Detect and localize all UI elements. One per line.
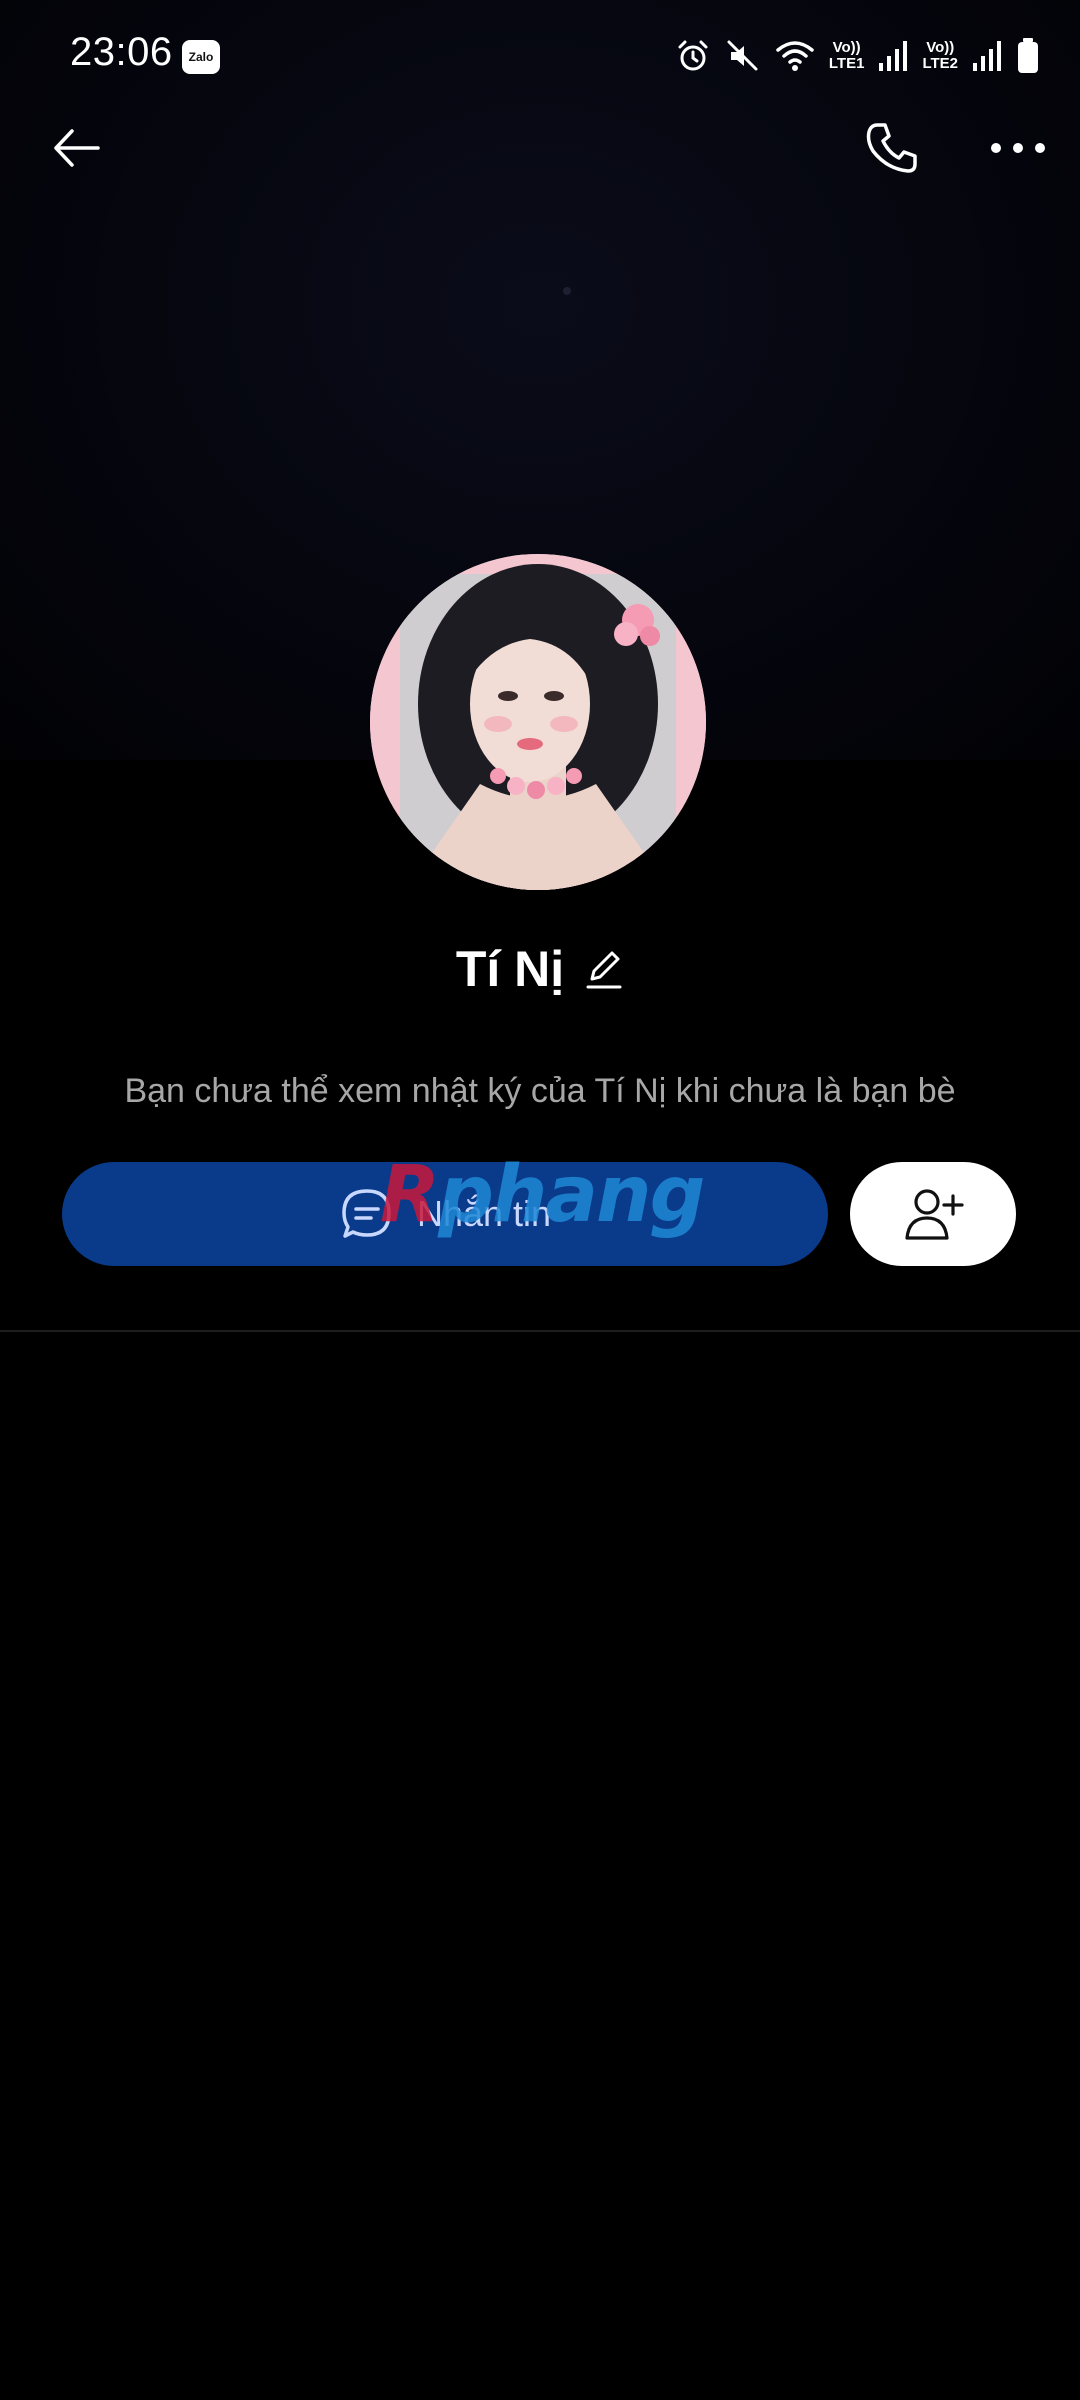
zalo-notification-icon: Zalo [182,40,220,74]
alarm-icon [675,38,711,74]
status-time: 23:06 [70,30,173,74]
status-bar: 23:06 Zalo Vo)) LTE1 Vo)) LTE2 [0,0,1080,112]
signal-icon [972,39,1002,73]
sim2-volte-label: Vo)) LTE2 [922,39,958,72]
chat-bubble-icon [342,1189,391,1238]
mute-icon [725,38,761,74]
pencil-icon [586,951,622,989]
diary-restriction-notice: Bạn chưa thể xem nhật ký của Tí Nị khi c… [124,1072,956,1110]
battery-icon [1016,37,1040,75]
edit-name-button[interactable] [584,947,624,991]
status-icons: Vo)) LTE1 Vo)) LTE2 [675,34,1040,78]
call-button[interactable] [856,112,928,184]
more-options-button[interactable] [982,112,1054,184]
add-friend-icon [905,1189,964,1240]
sim1-volte-label: Vo)) LTE1 [828,39,865,72]
cover-dot [563,287,571,295]
message-button-label: Nhắn tin [416,1193,552,1234]
back-button[interactable] [40,112,112,184]
message-button[interactable]: Nhắn tin [62,1162,828,1266]
profile-name: Tí Nị [455,941,565,997]
section-divider [0,1330,1080,1332]
back-arrow-icon [54,129,100,167]
top-action-bar [0,112,1080,184]
wifi-icon [775,38,815,74]
phone-icon [866,123,917,173]
profile-name-row: Tí Nị [0,940,1080,998]
more-icon [991,143,1045,153]
signal-icon [878,39,908,73]
profile-avatar[interactable] [370,554,706,890]
add-friend-button[interactable] [850,1162,1016,1266]
avatar-image [370,554,706,890]
